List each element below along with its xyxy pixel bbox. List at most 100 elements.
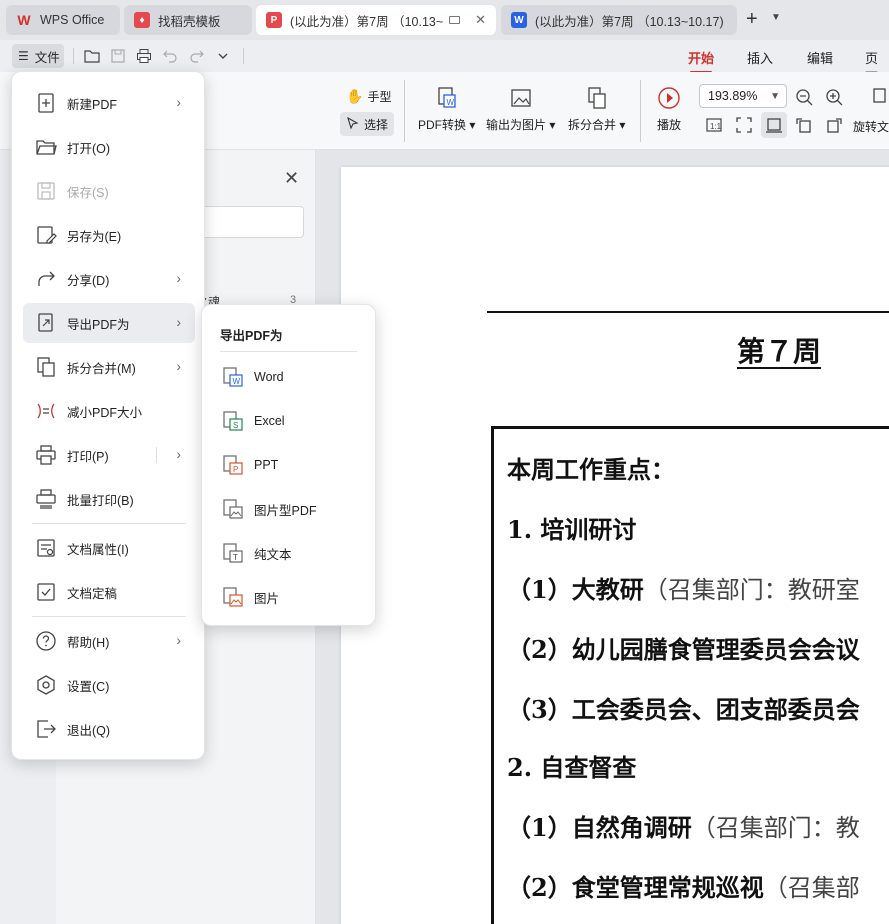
menu-item-doc-properties[interactable]: 文档属性(I): [23, 528, 195, 568]
divider: [640, 80, 641, 142]
zoom-in-icon[interactable]: [825, 88, 843, 106]
menu-item-new-pdf[interactable]: 新建PDF ›: [23, 83, 195, 123]
doc-line: （1）大教研（召集部门：教研室: [507, 575, 860, 604]
rotate-left-icon[interactable]: [795, 116, 813, 134]
ribbon-tab-edit[interactable]: 编辑: [807, 48, 833, 67]
fit-page-icon[interactable]: [735, 116, 753, 134]
tab-wps-office[interactable]: W WPS Office: [6, 5, 120, 35]
chevron-right-icon[interactable]: ›: [176, 446, 181, 462]
export-to-image-pdf[interactable]: 图片型PDF: [210, 490, 369, 528]
ribbon-tab-start[interactable]: 开始: [688, 48, 714, 73]
play-button[interactable]: 播放: [657, 86, 681, 133]
menu-item-settings[interactable]: 设置(C): [23, 665, 195, 705]
menu-item-export-pdf[interactable]: 导出PDF为 ›: [23, 303, 195, 343]
menu-item-save-as[interactable]: 另存为(E): [23, 215, 195, 255]
export-to-image[interactable]: 图片: [210, 578, 369, 616]
doc-line: （2）幼儿园膳食管理委员会会议: [507, 635, 860, 664]
hand-icon: ✋: [346, 87, 364, 104]
print-icon[interactable]: [136, 48, 152, 64]
menu-item-open[interactable]: 打开(O): [23, 127, 195, 167]
menu-item-help[interactable]: 帮助(H) ›: [23, 621, 195, 661]
new-tab-plus-icon[interactable]: +: [746, 8, 758, 30]
exit-icon: [37, 720, 56, 738]
chevron-right-icon: ›: [176, 632, 181, 648]
menu-separator: [32, 616, 186, 617]
export-to-plain-text[interactable]: T 纯文本: [210, 534, 369, 572]
cursor-arrow-icon: [347, 117, 359, 130]
settings-icon: [37, 675, 55, 695]
select-tool-button[interactable]: 选择: [340, 112, 395, 136]
plain-text-icon: T: [223, 543, 243, 563]
tab-pdf-document[interactable]: P (以此为准）第7周 （10.13~ ✕: [256, 5, 496, 35]
export-pdf-submenu: 导出PDF为 W Word S Excel P PPT 图片型PDF T 纯文本…: [201, 304, 376, 626]
file-menu-button[interactable]: ☰ 文件: [12, 44, 64, 68]
close-panel-icon[interactable]: ✕: [284, 168, 299, 189]
nav-search-input[interactable]: [196, 206, 304, 238]
split-merge-icon: [37, 357, 55, 377]
image-icon: [223, 587, 243, 607]
hamburger-icon: ☰: [18, 49, 29, 63]
svg-text:T: T: [233, 553, 238, 562]
file-menu: 新建PDF › 打开(O) 保存(S) 另存为(E) 分享(D) › 导出PDF…: [11, 71, 205, 760]
actual-size-icon[interactable]: 1:1: [705, 116, 723, 134]
menu-item-batch-print[interactable]: 批量打印(B): [23, 479, 195, 519]
pdf-icon: P: [266, 12, 282, 28]
menu-separator: [32, 523, 186, 524]
pdf-convert-icon: W: [438, 87, 456, 108]
menu-item-split-merge[interactable]: 拆分合并(M) ›: [23, 347, 195, 387]
doc-finalize-icon: [37, 583, 55, 601]
word-icon: W: [511, 12, 527, 28]
chevron-down-icon[interactable]: [215, 48, 231, 64]
export-to-excel[interactable]: S Excel: [210, 402, 369, 440]
hand-tool-button[interactable]: ✋ 手型: [340, 84, 397, 108]
open-folder-icon[interactable]: [84, 48, 100, 64]
undo-icon[interactable]: [162, 48, 178, 64]
chevron-right-icon: ›: [176, 270, 181, 286]
svg-text:1:1: 1:1: [710, 122, 722, 131]
image-pdf-icon: [223, 499, 243, 519]
menu-item-print[interactable]: 打印(P) ›: [23, 435, 195, 475]
export-image-button[interactable]: 输出为图片 ▾: [486, 86, 555, 133]
export-to-word[interactable]: W Word: [210, 358, 369, 396]
menu-item-save[interactable]: 保存(S): [23, 171, 195, 211]
doc-line: （2）食堂管理常规巡视（召集部: [507, 873, 860, 902]
print-icon: [36, 445, 56, 465]
zoom-out-icon[interactable]: [795, 88, 813, 106]
chevron-down-icon[interactable]: ▼: [771, 12, 781, 23]
menu-item-compress[interactable]: 减小PDF大小: [23, 391, 195, 431]
menu-separator: [220, 351, 357, 352]
fit-width-button[interactable]: [761, 112, 787, 138]
redo-icon[interactable]: [189, 48, 205, 64]
tab-daoke-templates[interactable]: ♦ 找稻壳模板: [124, 5, 252, 35]
open-folder-icon: [36, 140, 57, 155]
rotate-icon[interactable]: [871, 86, 889, 104]
tab-bar: W WPS Office ♦ 找稻壳模板 P (以此为准）第7周 （10.13~…: [0, 0, 889, 40]
menu-item-exit[interactable]: 退出(Q): [23, 709, 195, 749]
split-merge-button[interactable]: 拆分合并 ▾: [568, 86, 625, 133]
chevron-right-icon: ›: [176, 314, 181, 330]
monitor-icon: [449, 16, 461, 24]
week-title: 第７周: [737, 335, 822, 368]
help-icon: [36, 631, 56, 651]
menu-item-doc-finalize[interactable]: 文档定稿: [23, 572, 195, 612]
doc-line: （1）自然角调研（召集部门：教: [507, 813, 860, 842]
play-icon: [658, 87, 680, 109]
compress-icon: [37, 403, 55, 419]
content-box: [491, 426, 889, 924]
tab-word-document[interactable]: W (以此为准）第7周 （10.13~10.17): [501, 5, 737, 35]
menu-item-share[interactable]: 分享(D) ›: [23, 259, 195, 299]
pdf-convert-button[interactable]: W PDF转换 ▾: [418, 86, 475, 133]
zoom-select[interactable]: 193.89% ▼: [699, 84, 787, 108]
close-icon[interactable]: ✕: [467, 12, 486, 28]
doc-line: 1. 培训研讨: [507, 515, 637, 544]
chevron-right-icon: ›: [176, 94, 181, 110]
svg-text:W: W: [233, 377, 241, 386]
ribbon-tab-insert[interactable]: 插入: [747, 48, 773, 67]
chevron-right-icon: ›: [176, 358, 181, 374]
save-icon[interactable]: [110, 48, 126, 64]
export-to-ppt[interactable]: P PPT: [210, 446, 369, 484]
export-image-icon: [511, 89, 531, 107]
export-pdf-icon: [38, 313, 53, 332]
rotate-document-label[interactable]: 旋转文: [853, 118, 889, 135]
rotate-right-icon[interactable]: [825, 116, 843, 134]
